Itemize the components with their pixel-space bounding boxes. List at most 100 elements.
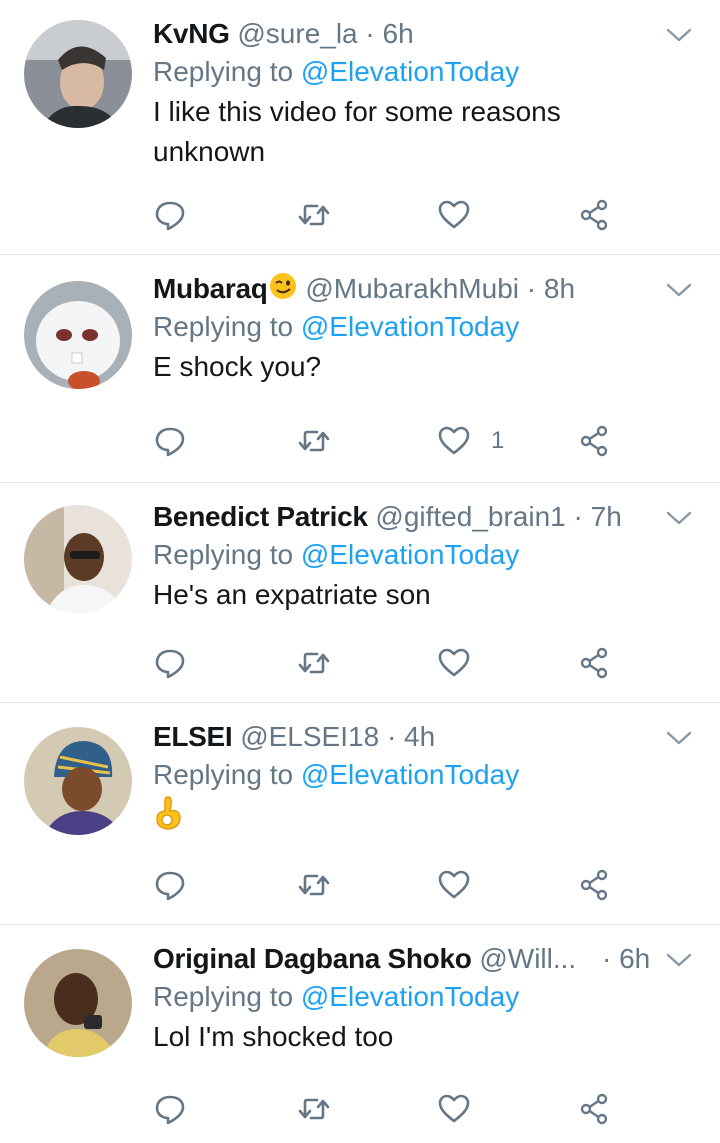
retweet-icon — [298, 874, 330, 896]
tweet-actions — [153, 1089, 623, 1129]
user-handle[interactable]: @MubarakhMubi — [305, 273, 519, 304]
display-name[interactable]: Mubaraq — [153, 273, 268, 304]
like-button[interactable]: 1 — [437, 421, 504, 461]
retweet-button[interactable] — [297, 643, 331, 683]
tweet-actions — [153, 195, 623, 235]
reply-icon — [155, 649, 185, 679]
share-button[interactable] — [577, 195, 611, 235]
avatar-image — [24, 727, 132, 835]
chevron-down-icon[interactable] — [666, 952, 692, 968]
retweet-button[interactable] — [297, 195, 331, 235]
chevron-down-icon[interactable] — [666, 282, 692, 298]
tweet[interactable]: KvNG @sure_la · 6h Replying to @Elevatio… — [0, 0, 720, 255]
tweet-header: Original Dagbana Shoko @Will... · 6h — [153, 941, 700, 977]
like-button[interactable] — [437, 1089, 491, 1129]
user-handle[interactable]: @Will... — [479, 943, 576, 974]
display-name[interactable]: Benedict Patrick — [153, 501, 368, 532]
separator-dot: · — [365, 18, 375, 49]
tweet-text — [153, 795, 700, 842]
winking-face-emoji — [268, 271, 298, 307]
retweet-icon — [298, 652, 330, 674]
separator-dot: · — [573, 501, 583, 532]
avatar[interactable] — [24, 949, 132, 1057]
reply-button[interactable] — [153, 1089, 187, 1129]
reply-button[interactable] — [153, 195, 187, 235]
tweet[interactable]: ELSEI @ELSEI18 · 4h Replying to @Elevati… — [0, 703, 720, 925]
mention-link[interactable]: @ElevationToday — [301, 311, 519, 342]
share-button[interactable] — [577, 643, 611, 683]
share-button[interactable] — [577, 1089, 611, 1129]
timestamp[interactable]: 4h — [404, 721, 435, 752]
avatar[interactable] — [24, 505, 132, 613]
share-icon — [580, 869, 608, 901]
like-icon — [438, 870, 470, 899]
reply-icon — [155, 1095, 185, 1125]
user-handle[interactable]: @ELSEI18 — [240, 721, 379, 752]
ok-hand-emoji — [153, 795, 183, 842]
like-icon — [438, 426, 470, 455]
like-icon — [438, 648, 470, 677]
user-handle[interactable]: @gifted_brain1 — [375, 501, 565, 532]
reply-icon — [155, 427, 185, 457]
avatar[interactable] — [24, 727, 132, 835]
replying-to-line: Replying to @ElevationToday — [153, 52, 700, 92]
tweet-actions — [153, 643, 623, 683]
tweet[interactable]: Benedict Patrick @gifted_brain1 · 7h Rep… — [0, 483, 720, 703]
share-icon — [580, 1093, 608, 1125]
tweet-actions: 1 — [153, 421, 623, 461]
chevron-down-icon[interactable] — [666, 730, 692, 746]
avatar-image — [24, 949, 132, 1057]
tweet-header: Benedict Patrick @gifted_brain1 · 7h — [153, 499, 700, 535]
tweet-text: Lol I'm shocked too — [153, 1021, 394, 1052]
retweet-button[interactable] — [297, 1089, 331, 1129]
mention-link[interactable]: @ElevationToday — [301, 759, 519, 790]
chevron-down-icon[interactable] — [666, 510, 692, 526]
display-name[interactable]: Original Dagbana Shoko — [153, 943, 472, 974]
reply-feed: KvNG @sure_la · 6h Replying to @Elevatio… — [0, 0, 720, 1143]
retweet-button[interactable] — [297, 421, 331, 461]
avatar[interactable] — [24, 20, 132, 128]
mention-link[interactable]: @ElevationToday — [301, 539, 519, 570]
reply-button[interactable] — [153, 421, 187, 461]
mention-link[interactable]: @ElevationToday — [301, 981, 519, 1012]
replying-to-label: Replying to — [153, 759, 294, 790]
avatar-image — [24, 281, 132, 389]
reply-button[interactable] — [153, 865, 187, 905]
tweet-actions — [153, 865, 623, 905]
replying-to-line: Replying to @ElevationToday — [153, 755, 700, 795]
share-button[interactable] — [577, 865, 611, 905]
timestamp[interactable]: 6h — [619, 943, 650, 974]
display-name[interactable]: KvNG — [153, 18, 230, 49]
share-button[interactable] — [577, 421, 611, 461]
share-icon — [580, 425, 608, 457]
chevron-down-icon[interactable] — [666, 27, 692, 43]
separator-dot: · — [386, 721, 397, 752]
separator-dot: · — [602, 943, 612, 974]
like-count: 1 — [491, 427, 505, 454]
replying-to-label: Replying to — [153, 56, 294, 87]
retweet-icon — [298, 204, 330, 226]
timestamp[interactable]: 6h — [383, 18, 414, 49]
share-icon — [580, 647, 608, 679]
like-button[interactable] — [437, 865, 491, 905]
share-icon — [580, 199, 608, 231]
like-icon — [438, 200, 470, 229]
tweet-header: Mubaraq @MubarakhMubi · 8h — [153, 271, 700, 307]
retweet-icon — [298, 430, 330, 452]
mention-link[interactable]: @ElevationToday — [301, 56, 519, 87]
like-button[interactable] — [437, 643, 491, 683]
replying-to-line: Replying to @ElevationToday — [153, 307, 700, 347]
tweet[interactable]: Mubaraq @MubarakhMubi · 8h Replying to @… — [0, 255, 720, 483]
tweet[interactable]: Original Dagbana Shoko @Will... · 6h Rep… — [0, 925, 720, 1143]
timestamp[interactable]: 7h — [591, 501, 622, 532]
user-handle[interactable]: @sure_la — [237, 18, 357, 49]
retweet-icon — [298, 1098, 330, 1120]
reply-icon — [155, 871, 185, 901]
display-name[interactable]: ELSEI — [153, 721, 233, 752]
timestamp[interactable]: 8h — [544, 273, 575, 304]
reply-button[interactable] — [153, 643, 187, 683]
tweet-text: He's an expatriate son — [153, 579, 431, 610]
avatar[interactable] — [24, 281, 132, 389]
like-button[interactable] — [437, 195, 491, 235]
retweet-button[interactable] — [297, 865, 331, 905]
